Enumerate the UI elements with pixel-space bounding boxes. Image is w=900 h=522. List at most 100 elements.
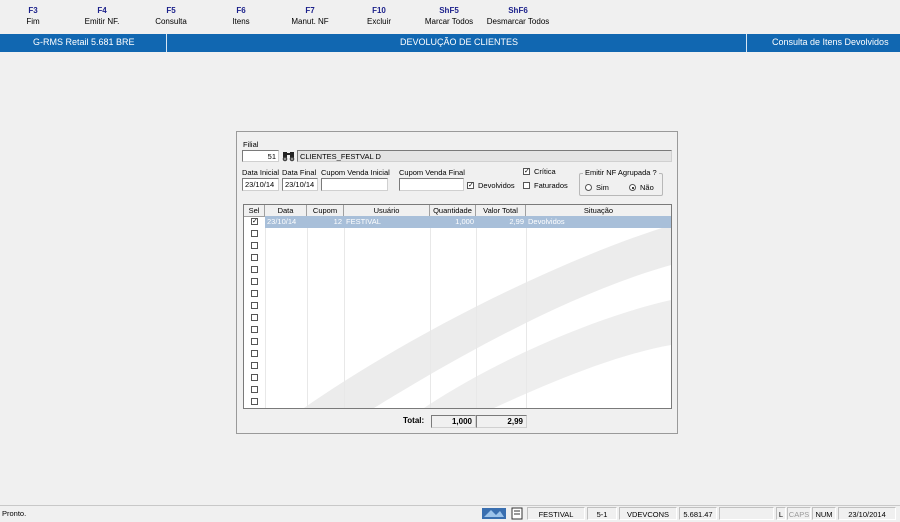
row-select-checkbox[interactable]	[251, 338, 258, 345]
row-sel-cell[interactable]: ✓	[244, 216, 265, 228]
emitir-nf-agrupada-label: Emitir NF Agrupada ?	[583, 168, 659, 177]
cupom-final-label: Cupom Venda Final	[399, 168, 465, 177]
table-row[interactable]	[244, 276, 671, 288]
f6-itens-button[interactable]: F6 Itens	[206, 5, 276, 28]
nao-label: Não	[640, 183, 654, 192]
table-row[interactable]	[244, 264, 671, 276]
row-select-checkbox[interactable]	[251, 326, 258, 333]
data-inicial-input[interactable]: 23/10/14	[242, 178, 279, 191]
row-select-checkbox[interactable]	[251, 374, 258, 381]
row-select-checkbox[interactable]	[251, 314, 258, 321]
title-bar: G-RMS Retail 5.681 BRE DEVOLUÇÃO DE CLIE…	[0, 34, 900, 52]
cupom-inicial-input[interactable]	[321, 178, 388, 191]
row-select-checkbox[interactable]	[251, 230, 258, 237]
col-quantidade[interactable]: Quantidade	[430, 205, 476, 216]
context-title: Consulta de Itens Devolvidos	[772, 37, 889, 47]
row-select-checkbox[interactable]	[251, 362, 258, 369]
f10-excluir-button[interactable]: F10 Excluir	[344, 5, 414, 28]
f4-emitir-nf-button[interactable]: F4 Emitir NF.	[67, 5, 137, 28]
f3-fim-button[interactable]: F3 Fim	[0, 5, 68, 28]
shf6-key: ShF6	[508, 6, 528, 15]
total-valor: 2,99	[476, 415, 527, 428]
title-separator	[166, 34, 167, 52]
cupom-inicial-label: Cupom Venda Inicial	[321, 168, 390, 177]
table-row[interactable]	[244, 336, 671, 348]
binoculars-search-icon[interactable]	[282, 150, 295, 162]
row-select-checkbox[interactable]	[251, 266, 258, 273]
sim-radio[interactable]	[585, 184, 592, 191]
f4-label: Emitir NF.	[84, 17, 120, 26]
status-date: 23/10/2014	[838, 507, 896, 520]
document-icon	[510, 507, 524, 520]
f7-label: Manut. NF	[291, 17, 329, 26]
function-key-toolbar: F3 Fim F4 Emitir NF. F5 Consulta F6 Iten…	[0, 0, 900, 33]
table-row[interactable]	[244, 384, 671, 396]
table-row[interactable]	[244, 240, 671, 252]
faturados-label: Faturados	[534, 181, 568, 190]
f4-key: F4	[97, 6, 107, 15]
row-select-checkbox[interactable]	[251, 290, 258, 297]
col-data[interactable]: Data	[265, 205, 307, 216]
table-row[interactable]	[244, 252, 671, 264]
col-valor-total[interactable]: Valor Total	[476, 205, 526, 216]
shf6-desmarcar-todos-button[interactable]: ShF6 Desmarcar Todos	[483, 5, 553, 28]
cell-cupom: 12	[307, 216, 344, 228]
status-program: VDEVCONS	[619, 507, 677, 520]
f6-key: F6	[236, 6, 246, 15]
table-row[interactable]: ✓ 23/10/14 12 FESTIVAL 1,000 2,99 Devolv…	[244, 216, 671, 228]
row-select-checkbox[interactable]	[251, 254, 258, 261]
f3-label: Fim	[26, 17, 40, 26]
status-user: FESTIVAL	[527, 507, 585, 520]
row-select-checkbox[interactable]	[251, 278, 258, 285]
table-row[interactable]	[244, 312, 671, 324]
row-select-checkbox[interactable]: ✓	[251, 218, 258, 225]
f10-label: Excluir	[366, 17, 391, 26]
row-select-checkbox[interactable]	[251, 386, 258, 393]
table-row[interactable]	[244, 324, 671, 336]
row-select-checkbox[interactable]	[251, 350, 258, 357]
cell-quantidade: 1,000	[430, 216, 476, 228]
shf5-marcar-todos-button[interactable]: ShF5 Marcar Todos	[414, 5, 484, 28]
data-final-label: Data Final	[282, 168, 317, 177]
table-row[interactable]	[244, 300, 671, 312]
devolvidos-checkbox[interactable]: ✓	[467, 182, 474, 189]
devolucoes-grid: Sel Data Cupom Usuário Quantidade Valor …	[243, 204, 672, 409]
col-situacao[interactable]: Situação	[526, 205, 671, 216]
table-row[interactable]	[244, 288, 671, 300]
col-cupom[interactable]: Cupom	[307, 205, 344, 216]
table-row[interactable]	[244, 348, 671, 360]
table-row[interactable]	[244, 372, 671, 384]
status-empty-panel	[719, 507, 774, 520]
f3-key: F3	[28, 6, 38, 15]
cell-usuario: FESTIVAL	[344, 216, 430, 228]
status-num: NUM	[812, 507, 836, 520]
sim-label: Sim	[596, 183, 609, 192]
title-separator	[746, 34, 747, 52]
row-select-checkbox[interactable]	[251, 242, 258, 249]
app-title: G-RMS Retail 5.681 BRE	[33, 37, 135, 47]
col-usuario[interactable]: Usuário	[344, 205, 430, 216]
f5-consulta-button[interactable]: F5 Consulta	[136, 5, 206, 28]
faturados-checkbox[interactable]	[523, 182, 530, 189]
status-version: 5.681.47	[679, 507, 717, 520]
row-select-checkbox[interactable]	[251, 398, 258, 405]
filial-input[interactable]: 51	[242, 150, 279, 162]
cupom-final-input[interactable]	[399, 178, 464, 191]
f6-label: Itens	[232, 17, 250, 26]
filial-name-display: CLIENTES_FESTVAL D	[297, 150, 672, 162]
table-row[interactable]	[244, 228, 671, 240]
status-l: L	[776, 507, 786, 520]
nao-radio[interactable]	[629, 184, 636, 191]
table-row[interactable]	[244, 360, 671, 372]
total-label: Total:	[403, 416, 425, 425]
row-select-checkbox[interactable]	[251, 302, 258, 309]
data-inicial-label: Data Inicial	[242, 168, 280, 177]
filial-label: Filial	[243, 140, 259, 149]
critica-checkbox[interactable]: ✓	[523, 168, 530, 175]
col-sel[interactable]: Sel	[244, 205, 265, 216]
screen-title: DEVOLUÇÃO DE CLIENTES	[400, 37, 519, 47]
table-row[interactable]	[244, 396, 671, 408]
data-final-input[interactable]: 23/10/14	[282, 178, 318, 191]
f10-key: F10	[372, 6, 386, 15]
f7-manut-nf-button[interactable]: F7 Manut. NF	[275, 5, 345, 28]
